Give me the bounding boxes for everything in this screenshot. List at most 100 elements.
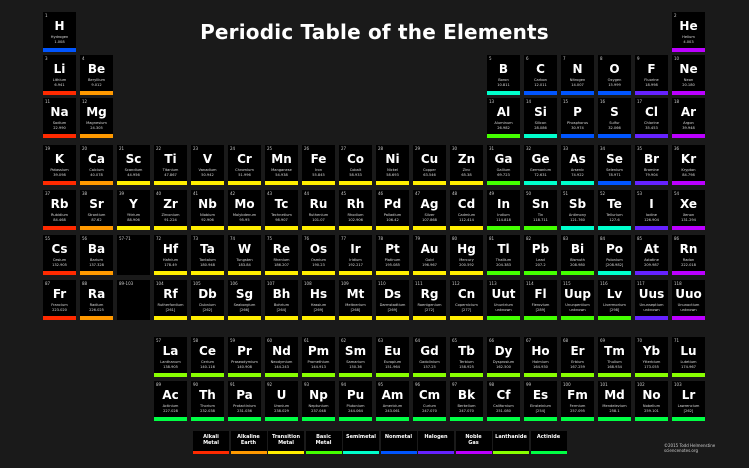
element-bh[interactable]: 107 Bh Bohrium [264] <box>265 280 298 320</box>
element-rh[interactable]: 45 Rh Rhodium 102.906 <box>339 190 372 230</box>
element-fe[interactable]: 26 Fe Iron 55.845 <box>302 145 335 185</box>
element-sn[interactable]: 50 Sn Tin 118.711 <box>524 190 557 230</box>
element-db[interactable]: 105 Db Dubnium [262] <box>191 280 224 320</box>
element-v[interactable]: 23 V Vanadium 50.942 <box>191 145 224 185</box>
element-ds[interactable]: 110 Ds Darmstadtium [269] <box>376 280 409 320</box>
element-ra[interactable]: 88 Ra Radium 226.025 <box>80 280 113 320</box>
element-zn[interactable]: 30 Zn Zinc 65.38 <box>450 145 483 185</box>
element-po[interactable]: 84 Po Polonium [208.982] <box>598 235 631 275</box>
element-lr[interactable]: 103 Lr Lawrencium [262] <box>672 381 705 421</box>
element-pr[interactable]: 59 Pr Praseodymium 140.908 <box>228 337 261 377</box>
element-w[interactable]: 74 W Tungsten 183.84 <box>228 235 261 275</box>
element-yb[interactable]: 70 Yb Ytterbium 173.055 <box>635 337 668 377</box>
element-sm[interactable]: 62 Sm Samarium 150.36 <box>339 337 372 377</box>
element-es[interactable]: 99 Es Einsteinium [254] <box>524 381 557 421</box>
element-ac[interactable]: 89 Ac Actinium 227.028 <box>154 381 187 421</box>
element-ga[interactable]: 31 Ga Gallium 69.723 <box>487 145 520 185</box>
element-li[interactable]: 3 Li Lithium 6.941 <box>43 55 76 95</box>
element-la[interactable]: 57 La Lanthanum 138.905 <box>154 337 187 377</box>
element-f[interactable]: 9 F Fluorine 18.998 <box>635 55 668 95</box>
element-pu[interactable]: 94 Pu Plutonium 244.064 <box>339 381 372 421</box>
element-i[interactable]: 53 I Iodine 126.904 <box>635 190 668 230</box>
element-nb[interactable]: 41 Nb Niobium 92.906 <box>191 190 224 230</box>
element-xe[interactable]: 54 Xe Xenon 131.294 <box>672 190 705 230</box>
element-sb[interactable]: 51 Sb Antimony 121.760 <box>561 190 594 230</box>
element-rf[interactable]: 104 Rf Rutherfordium [261] <box>154 280 187 320</box>
element-rg[interactable]: 111 Rg Roentgenium [272] <box>413 280 446 320</box>
element-k[interactable]: 19 K Potassium 39.098 <box>43 145 76 185</box>
element-uus[interactable]: 117 Uus Ununseptium unknown <box>635 280 668 320</box>
element-ir[interactable]: 77 Ir Iridium 192.217 <box>339 235 372 275</box>
element-fl[interactable]: 114 Fl Flerovium [289] <box>524 280 557 320</box>
element-s[interactable]: 16 S Sulfur 32.066 <box>598 98 631 138</box>
element-rn[interactable]: 86 Rn Radon 222.018 <box>672 235 705 275</box>
element-uup[interactable]: 115 Uup Ununpentium unknown <box>561 280 594 320</box>
element-cd[interactable]: 48 Cd Cadmium 112.414 <box>450 190 483 230</box>
element-md[interactable]: 101 Md Mendelevium 258.1 <box>598 381 631 421</box>
element-ti[interactable]: 22 Ti Titanium 47.867 <box>154 145 187 185</box>
element-fm[interactable]: 100 Fm Fermium 257.095 <box>561 381 594 421</box>
element-au[interactable]: 79 Au Gold 196.967 <box>413 235 446 275</box>
element-cf[interactable]: 98 Cf Californium 251.080 <box>487 381 520 421</box>
element-mo[interactable]: 42 Mo Molybdenum 95.95 <box>228 190 261 230</box>
element-ni[interactable]: 28 Ni Nickel 58.693 <box>376 145 409 185</box>
element-tm[interactable]: 69 Tm Thulium 168.934 <box>598 337 631 377</box>
element-p[interactable]: 15 P Phosphorus 30.974 <box>561 98 594 138</box>
element-ar[interactable]: 18 Ar Argon 39.948 <box>672 98 705 138</box>
element-mg[interactable]: 12 Mg Magnesium 24.305 <box>80 98 113 138</box>
element-ag[interactable]: 47 Ag Silver 107.868 <box>413 190 446 230</box>
element-br[interactable]: 35 Br Bromine 79.904 <box>635 145 668 185</box>
element-nd[interactable]: 60 Nd Neodymium 144.243 <box>265 337 298 377</box>
element-n[interactable]: 7 N Nitrogen 14.007 <box>561 55 594 95</box>
element-in[interactable]: 49 In Indium 114.818 <box>487 190 520 230</box>
element-pm[interactable]: 61 Pm Promethium 144.913 <box>302 337 335 377</box>
element-er[interactable]: 68 Er Erbium 167.259 <box>561 337 594 377</box>
element-gd[interactable]: 64 Gd Gadolinium 157.25 <box>413 337 446 377</box>
element-dy[interactable]: 66 Dy Dysprosium 162.500 <box>487 337 520 377</box>
element-te[interactable]: 52 Te Tellurium 127.6 <box>598 190 631 230</box>
element-c[interactable]: 6 C Carbon 12.011 <box>524 55 557 95</box>
element-ta[interactable]: 73 Ta Tantalum 180.948 <box>191 235 224 275</box>
element-u[interactable]: 92 U Uranium 238.029 <box>265 381 298 421</box>
element-fr[interactable]: 87 Fr Francium 223.020 <box>43 280 76 320</box>
element-re[interactable]: 75 Re Rhenium 186.207 <box>265 235 298 275</box>
element-o[interactable]: 8 O Oxygen 15.999 <box>598 55 631 95</box>
element-b[interactable]: 5 B Boron 10.811 <box>487 55 520 95</box>
element-si[interactable]: 14 Si Silicon 28.086 <box>524 98 557 138</box>
element-cs[interactable]: 55 Cs Cesium 132.905 <box>43 235 76 275</box>
element-hs[interactable]: 108 Hs Hassium [269] <box>302 280 335 320</box>
element-hf[interactable]: 72 Hf Hafnium 178.49 <box>154 235 187 275</box>
element-cl[interactable]: 17 Cl Chlorine 35.453 <box>635 98 668 138</box>
element-ca[interactable]: 20 Ca Calcium 40.078 <box>80 145 113 185</box>
element-sc[interactable]: 21 Sc Scandium 44.956 <box>117 145 150 185</box>
element-zr[interactable]: 40 Zr Zirconium 91.224 <box>154 190 187 230</box>
element-cu[interactable]: 29 Cu Copper 63.546 <box>413 145 446 185</box>
element-lu[interactable]: 71 Lu Lutetium 174.967 <box>672 337 705 377</box>
element-os[interactable]: 76 Os Osmium 190.23 <box>302 235 335 275</box>
element-y[interactable]: 39 Y Yttrium 88.906 <box>117 190 150 230</box>
element-h[interactable]: 1 H Hydrogen 1.008 <box>43 12 76 52</box>
element-uuo[interactable]: 118 Uuo Ununoctium unknown <box>672 280 705 320</box>
element-pd[interactable]: 46 Pd Palladium 106.42 <box>376 190 409 230</box>
element-bk[interactable]: 97 Bk Berkelium 247.070 <box>450 381 483 421</box>
element-tl[interactable]: 81 Tl Thallium 204.383 <box>487 235 520 275</box>
element-uut[interactable]: 113 Uut Ununtrium unknown <box>487 280 520 320</box>
element-as[interactable]: 33 As Arsenic 74.922 <box>561 145 594 185</box>
element-mt[interactable]: 109 Mt Meitnerium [268] <box>339 280 372 320</box>
element-placeholder[interactable]: 57-71 <box>117 235 150 275</box>
element-ne[interactable]: 10 Ne Neon 20.180 <box>672 55 705 95</box>
element-mn[interactable]: 25 Mn Manganese 54.938 <box>265 145 298 185</box>
element-hg[interactable]: 80 Hg Mercury 200.592 <box>450 235 483 275</box>
element-ru[interactable]: 44 Ru Ruthenium 101.07 <box>302 190 335 230</box>
element-sg[interactable]: 106 Sg Seaborgium [266] <box>228 280 261 320</box>
element-eu[interactable]: 63 Eu Europium 151.964 <box>376 337 409 377</box>
element-tb[interactable]: 65 Tb Terbium 158.925 <box>450 337 483 377</box>
element-cm[interactable]: 96 Cm Curium 247.070 <box>413 381 446 421</box>
element-pt[interactable]: 78 Pt Platinum 195.085 <box>376 235 409 275</box>
element-sr[interactable]: 38 Sr Strontium 87.62 <box>80 190 113 230</box>
element-rb[interactable]: 37 Rb Rubidium 84.468 <box>43 190 76 230</box>
element-placeholder[interactable]: 89-103 <box>117 280 150 320</box>
element-am[interactable]: 95 Am Americium 243.061 <box>376 381 409 421</box>
element-lv[interactable]: 116 Lv Livermorium [298] <box>598 280 631 320</box>
element-bi[interactable]: 83 Bi Bismuth 208.980 <box>561 235 594 275</box>
